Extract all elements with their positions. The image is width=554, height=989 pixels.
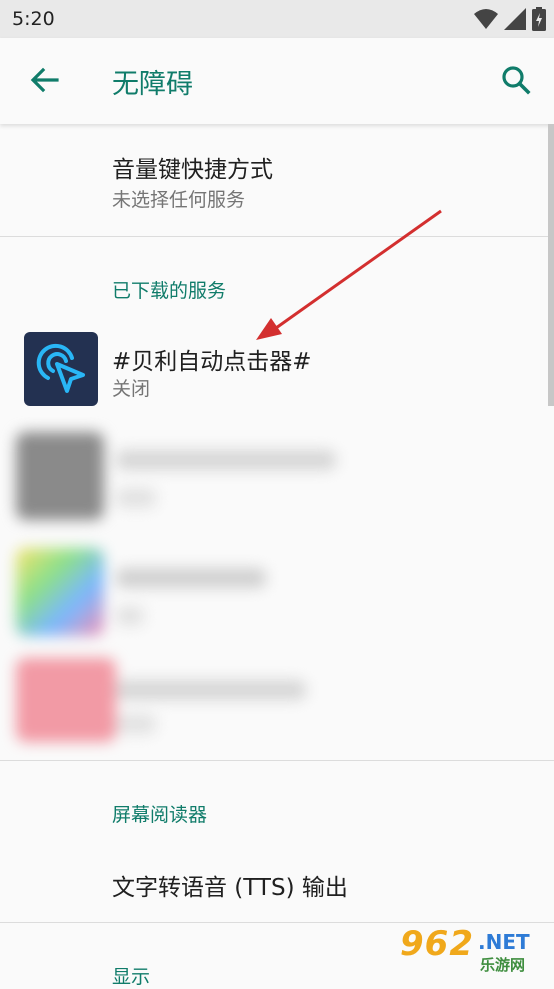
app-bar: 无障碍 [0,38,554,124]
volume-shortcut-title: 音量键快捷方式 [112,157,273,183]
arrow-left-icon [30,67,59,93]
service-title: #贝利自动点击器# [112,349,312,375]
page-title: 无障碍 [112,69,193,100]
section-header-screen-reader: 屏幕阅读器 [112,804,208,826]
watermark-logo: 962 .NET 乐游网 [396,924,546,980]
volume-shortcut-subtitle: 未选择任何服务 [112,189,246,211]
section-header-display: 显示 [112,966,151,988]
watermark-net: .NET [478,930,530,954]
scrollbar[interactable] [548,124,554,406]
watermark-main: 962 [400,924,474,964]
divider [0,922,554,923]
back-button[interactable] [24,60,64,100]
divider [0,236,554,237]
status-icons [474,7,546,31]
battery-icon [532,7,546,31]
service-status: 关闭 [112,378,151,400]
section-header-downloaded: 已下载的服务 [112,280,227,302]
obscured-service-item[interactable] [16,658,316,742]
obscured-service-item[interactable] [16,548,286,638]
obscured-service-item[interactable] [16,432,346,522]
status-time: 5:20 [12,8,55,30]
signal-icon [504,8,526,30]
wifi-icon [474,9,498,29]
tts-output-item[interactable]: 文字转语音 (TTS) 输出 [112,868,348,902]
cursor-click-icon [24,332,98,406]
status-bar: 5:20 [0,0,554,38]
watermark-sub: 乐游网 [480,956,526,974]
search-icon [502,66,531,95]
search-button[interactable] [496,60,536,100]
divider [0,760,554,761]
